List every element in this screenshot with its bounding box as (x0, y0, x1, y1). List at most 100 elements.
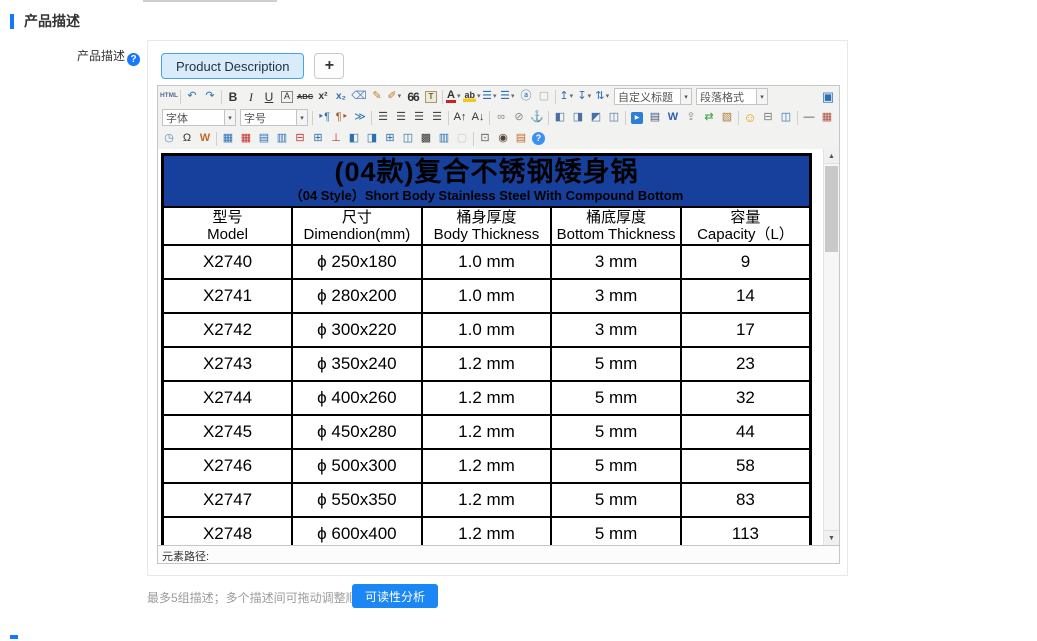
columns-icon[interactable]: ◫ (778, 109, 794, 126)
table-cell[interactable]: 5 mm (551, 415, 681, 449)
table-cell[interactable]: 5 mm (551, 347, 681, 381)
find-icon[interactable]: ◉ (495, 130, 511, 147)
anchor-text-icon[interactable]: ⓐ (518, 88, 534, 105)
table-cell[interactable]: 58 (681, 449, 811, 483)
scrollbar-thumb[interactable] (825, 166, 838, 252)
strikethrough-icon[interactable]: ABC (297, 88, 313, 105)
word-import-icon[interactable]: W (665, 109, 681, 126)
font-size-select[interactable]: 字号▾ (240, 109, 308, 126)
table-cell[interactable]: 1.2 mm (422, 415, 552, 449)
table-column-header[interactable]: 尺寸Dimendion(mm) (292, 207, 422, 246)
chevron-down-icon[interactable]: ▾ (588, 93, 593, 100)
unordered-list-icon[interactable]: ☰▾ (500, 88, 516, 105)
insert-col-icon[interactable]: ⊞ (310, 130, 326, 147)
table-column-header[interactable]: 型号Model (163, 207, 293, 246)
merge-cells-icon[interactable]: ⊞ (382, 130, 398, 147)
indent-icon[interactable]: ≫ (352, 109, 368, 126)
emoticon-icon[interactable]: ☺ (742, 109, 758, 126)
align-justify-icon[interactable]: ☰ (429, 109, 445, 126)
paste-icon[interactable]: ▤ (513, 130, 529, 147)
chevron-down-icon[interactable]: ▾ (477, 93, 481, 100)
tab-product-description[interactable]: Product Description (161, 53, 304, 79)
image-inline-icon[interactable]: ◩ (588, 109, 604, 126)
add-description-button[interactable]: + (314, 53, 344, 79)
chevron-down-icon[interactable]: ▾ (756, 89, 767, 104)
table-cell[interactable]: ϕ 450x280 (292, 415, 422, 449)
paragraph-ltr-icon[interactable]: ‣¶ (316, 109, 332, 126)
ordered-list-icon[interactable]: ☰▾ (482, 88, 498, 105)
table-cell[interactable]: 44 (681, 415, 811, 449)
paste-plain-icon[interactable]: T (423, 88, 439, 105)
subscript-icon[interactable]: x₂ (333, 88, 349, 105)
table-cell[interactable]: 1.2 mm (422, 381, 552, 415)
table-cell[interactable]: ϕ 500x300 (292, 449, 422, 483)
table-cell[interactable]: 3 mm (551, 313, 681, 347)
table-cell[interactable]: X2747 (163, 483, 293, 517)
fullscreen-icon[interactable]: ▣ (820, 88, 836, 105)
delete-row-icon[interactable]: ⊟ (292, 130, 308, 147)
table-cell[interactable]: X2743 (163, 347, 293, 381)
chevron-down-icon[interactable]: ▾ (570, 93, 575, 100)
chevron-down-icon[interactable]: ▾ (606, 93, 611, 100)
help-question-icon[interactable]: ? (127, 53, 140, 66)
line-spacing-icon[interactable]: ⇅▾ (595, 88, 611, 105)
image-align-right-icon[interactable]: ◨ (570, 109, 586, 126)
align-right-icon[interactable]: ☰ (411, 109, 427, 126)
paragraph-rtl-icon[interactable]: ¶‣ (334, 109, 350, 126)
insert-row-above-icon[interactable]: ◧ (346, 130, 362, 147)
superscript-icon[interactable]: x² (315, 88, 331, 105)
anchor-icon[interactable]: ⚓ (529, 109, 545, 126)
chevron-down-icon[interactable]: ▾ (296, 110, 307, 125)
table-cell[interactable]: X2741 (163, 279, 293, 313)
insert-table-icon[interactable]: ▦ (220, 130, 236, 147)
table-cell[interactable]: ϕ 250x180 (292, 245, 422, 279)
font-shrink-icon[interactable]: A↓ (470, 109, 486, 126)
table-cell[interactable]: 17 (681, 313, 811, 347)
table-prop-icon[interactable]: ▤ (256, 130, 272, 147)
editor-content[interactable]: (04款)复合不锈钢矮身锅 （04 Style）Short Body Stain… (158, 149, 839, 545)
table-cell[interactable]: X2744 (163, 381, 293, 415)
table-cell[interactable]: 1.0 mm (422, 279, 552, 313)
align-left-icon[interactable]: ☰ (375, 109, 391, 126)
file-upload-icon[interactable]: ⇪ (683, 109, 699, 126)
editor-scrollbar[interactable]: ▲ ▼ (823, 149, 839, 545)
chevron-down-icon[interactable]: ▾ (224, 110, 235, 125)
special-char-icon[interactable]: Ω (179, 130, 195, 147)
video-icon[interactable]: ▶ (629, 109, 645, 126)
column-grid-icon[interactable]: ▥ (436, 130, 452, 147)
page-disabled-icon[interactable]: ▢ (454, 130, 470, 147)
table-cell[interactable]: 83 (681, 483, 811, 517)
table-cell[interactable]: 5 mm (551, 449, 681, 483)
link-icon[interactable]: ∞ (493, 109, 509, 126)
html-source-icon[interactable]: HTML (161, 88, 177, 105)
eraser-icon[interactable]: ⌫ (351, 88, 367, 105)
underline-icon[interactable]: U (261, 88, 277, 105)
table-cell[interactable]: ϕ 300x220 (292, 313, 422, 347)
blockquote-icon[interactable]: 66 (405, 88, 421, 105)
table-cell[interactable]: 1.2 mm (422, 517, 552, 545)
paragraph-format-select[interactable]: 段落格式▾ (696, 88, 768, 105)
scroll-up-icon[interactable]: ▲ (824, 149, 839, 164)
table-cell[interactable]: ϕ 550x350 (292, 483, 422, 517)
media-icon[interactable]: ▤ (647, 109, 663, 126)
product-spec-table[interactable]: (04款)复合不锈钢矮身锅 （04 Style）Short Body Stain… (161, 153, 812, 545)
redo-icon[interactable]: ↷ (202, 88, 218, 105)
table-column-header[interactable]: 桶身厚度Body Thickness (422, 207, 552, 246)
page-break-icon[interactable]: ⊟ (760, 109, 776, 126)
delete-table-icon[interactable]: ▦ (238, 130, 254, 147)
highlight-icon[interactable]: ab▾ (464, 88, 480, 105)
cell-prop-icon[interactable]: ▥ (274, 130, 290, 147)
table-cell[interactable]: 3 mm (551, 279, 681, 313)
table-cell[interactable]: 1.2 mm (422, 347, 552, 381)
scroll-down-icon[interactable]: ▼ (824, 530, 839, 545)
table-cell[interactable]: 9 (681, 245, 811, 279)
chevron-down-icon[interactable]: ▾ (398, 93, 403, 100)
image-block-icon[interactable]: ◫ (606, 109, 622, 126)
new-page-icon[interactable]: ▢ (536, 88, 552, 105)
delete-col-icon[interactable]: ⊥ (328, 130, 344, 147)
table-cell[interactable]: 1.2 mm (422, 449, 552, 483)
font-color-icon[interactable]: A▾ (446, 88, 462, 105)
calendar-icon[interactable]: ▦ (819, 109, 835, 126)
boxed-a-icon[interactable]: A (279, 88, 295, 105)
table-cell[interactable]: 32 (681, 381, 811, 415)
